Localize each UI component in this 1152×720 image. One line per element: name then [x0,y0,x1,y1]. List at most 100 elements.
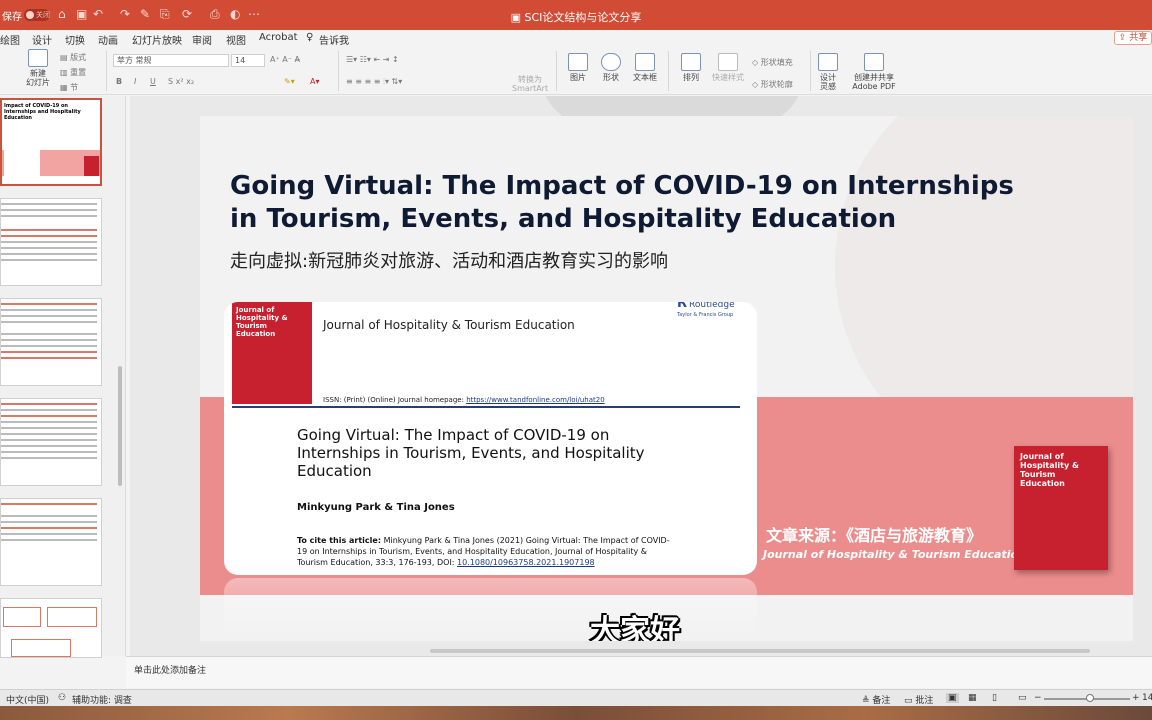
thumbnail-line [1,403,97,405]
thumbnail-line [1,433,97,435]
thumbnail-line [1,421,97,423]
cover-large-title: Journal of Hospitality & Tourism Educati… [1020,452,1079,488]
slide-sorter-icon[interactable]: ▦ [968,693,977,703]
tab-review[interactable]: 审阅 [192,32,212,47]
accessibility-status[interactable]: 辅助功能: 调查 [72,693,132,706]
publisher-logo: R Routledge Taylor & Francis Group [677,302,735,320]
thumbnail-scrollbar[interactable] [118,366,122,486]
tab-slideshow[interactable]: 幻灯片放映 [132,32,182,47]
tab-transitions[interactable]: 切换 [65,32,85,47]
italic-icon[interactable]: I [134,77,136,86]
current-slide[interactable]: Going Virtual: The Impact of COVID-19 on… [200,116,1133,641]
thumbnail-line [1,539,97,541]
font-size-select[interactable]: 14 [231,54,265,67]
quick-styles-button[interactable]: 快速样式 [708,53,748,82]
comments-toggle[interactable]: ▭ 批注 [904,693,933,706]
powerpoint-window: 保存 关闭 ⌂ ▣ ↶ ↷ ✎ ⎘ ⟳ ⎙ ◐ ⋯ ▣ SCI论文结构与论文分享… [0,0,1152,706]
source-english[interactable]: Journal of Hospitality & Tourism Educati… [763,548,1026,561]
thumbnail-line [1,247,97,249]
highlight-icon[interactable]: ✎▾ [284,77,295,86]
routledge-icon: R [677,302,688,311]
zoom-level[interactable]: 14 [1142,693,1152,703]
horizontal-scrollbar[interactable] [430,649,1090,653]
reading-view-icon[interactable]: ▯ [992,693,997,703]
share-button[interactable]: ⇪ 共享 [1114,31,1152,45]
paper-screenshot[interactable]: Journal of Hospitality & Tourism Educati… [224,302,757,575]
thumbnail-line [1,235,97,237]
thumbnail-line [1,533,97,535]
picture-button[interactable]: 图片 [563,53,593,82]
underline-icon[interactable]: U [150,77,156,86]
font-grow-icon[interactable]: A⁺ A⁻ A̶ [270,55,300,64]
issn-text: ISSN: (Print) (Online) Journal homepage: [323,396,464,404]
slide-thumbnail-2[interactable] [0,198,102,286]
doi-link: 10.1080/10963758.2021.1907198 [457,558,595,567]
convert-smartart-button[interactable]: 转换为 SmartArt [512,75,548,93]
slide-thumbnail-4[interactable] [0,398,102,486]
tell-me-box[interactable]: 告诉我 [319,32,349,47]
slide-title[interactable]: Going Virtual: The Impact of COVID-19 on… [230,170,1030,236]
notes-pane[interactable]: 单击此处添加备注 [126,656,1152,688]
desktop-background [0,706,1152,720]
bullets-icon[interactable]: ☰▾ ☷▾ ⇤ ⇥ ↕ [346,55,399,64]
slide-thumbnail-6[interactable] [0,598,102,658]
citation-label: To cite this article: [297,536,382,545]
thumbnail-line [1,351,97,353]
tab-animations[interactable]: 动画 [98,32,118,47]
thumbnail-line [1,427,97,429]
thumbnail-line [1,415,97,417]
document-title: ▣ SCI论文结构与论文分享 [510,11,642,24]
source-chinese[interactable]: 文章来源：《酒店与旅游教育》 [766,522,982,546]
align-icon[interactable]: ≡ ≡ ≡ ≡ ⫶▾ ⇅▾ [346,77,402,87]
shape-outline-label: 形状轮廓 [760,80,793,89]
ribbon-separator [556,51,557,91]
thumbnail-line [1,333,97,335]
thumbnail-line [1,315,97,317]
notes-toggle[interactable]: ≜ 备注 [862,693,890,706]
tab-acrobat[interactable]: Acrobat [259,32,298,43]
slide-subtitle[interactable]: 走向虚拟:新冠肺炎对旅游、活动和酒店教育实习的影响 [230,247,668,273]
layout-button[interactable]: ▤ 版式 [60,52,86,63]
new-slide-icon [28,49,48,67]
slide-thumbnail-3[interactable] [0,298,102,386]
strikethrough-icon[interactable]: S x² x₂ [168,77,194,86]
slide-thumbnail-5[interactable] [0,498,102,586]
thumbnail-line [1,357,97,359]
slide-canvas: Going Virtual: The Impact of COVID-19 on… [130,96,1152,656]
paper-citation: To cite this article: Minkyung Park & Ti… [297,535,677,568]
tab-view[interactable]: 视图 [226,32,246,47]
thumbnail-box [47,607,97,627]
thumbnail-line [1,457,97,459]
thumbnail-line [1,439,97,441]
tab-design[interactable]: 设计 [32,32,52,47]
share-label: 共享 [1129,33,1148,43]
thumbnail-paper [4,140,40,176]
normal-view-icon[interactable]: ▣ [946,693,959,703]
journal-cover-large[interactable]: Journal of Hospitality & Tourism Educati… [1014,446,1108,570]
shapes-button[interactable]: 形状 [596,53,626,82]
font-name-select[interactable]: 苹方 常规 [113,54,229,67]
reset-button[interactable]: ▥ 重置 [60,67,86,78]
slideshow-icon[interactable]: ▭ [1018,693,1027,703]
journal-name: Journal of Hospitality & Tourism Educati… [323,318,575,332]
section-button[interactable]: ▦ 节 [60,82,78,93]
thumbnail-line [1,259,97,261]
thumbnail-line [1,309,97,311]
new-slide-button[interactable]: 新建 幻灯片 [20,49,56,87]
shape-outline-button[interactable]: ◇ 形状轮廓 [752,79,793,90]
thumbnail-line [1,303,97,305]
tab-draw[interactable]: 绘图 [0,32,20,47]
create-pdf-button[interactable]: 创建并共享 Adobe PDF [852,53,896,91]
thumbnail-line [1,445,97,447]
zoom-out-icon[interactable]: − [1034,693,1042,703]
arrange-button[interactable]: 排列 [676,53,706,82]
slide-thumbnail-1[interactable]: Impact of COVID-19 on Internships and Ho… [0,98,102,186]
language-indicator[interactable]: 中文(中国) [6,693,49,706]
font-color-icon[interactable]: A▾ [310,77,320,86]
design-ideas-button[interactable]: 设计 灵感 [814,53,842,91]
shape-fill-button[interactable]: ◇ 形状填充 [752,57,793,68]
zoom-in-icon[interactable]: + [1132,693,1140,703]
textbox-button[interactable]: 文本框 [630,53,660,82]
bold-icon[interactable]: B [116,77,122,86]
zoom-slider-handle[interactable] [1086,694,1094,702]
